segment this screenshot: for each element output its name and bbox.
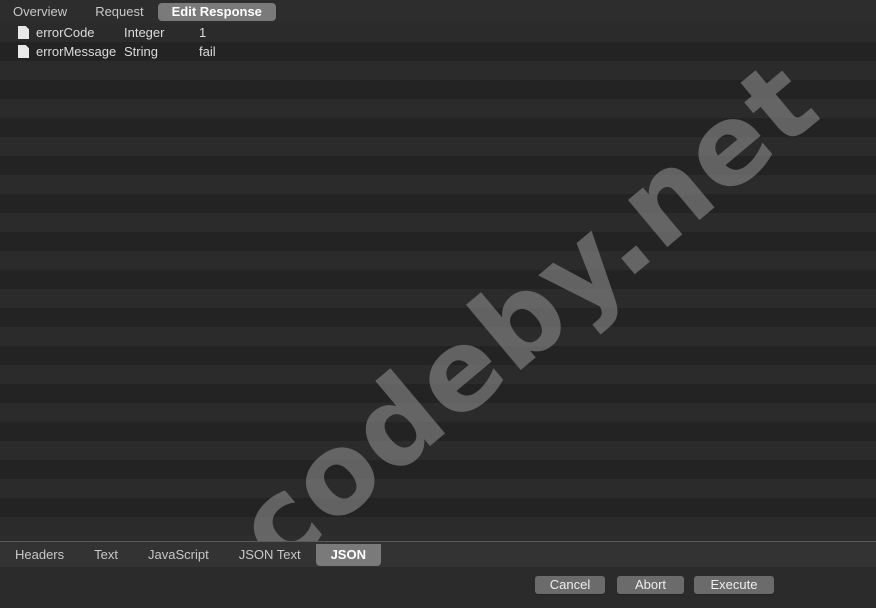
cancel-button[interactable]: Cancel	[535, 576, 605, 594]
empty-row	[0, 137, 876, 156]
field-value[interactable]: fail	[199, 44, 876, 59]
empty-row	[0, 270, 876, 289]
empty-row	[0, 194, 876, 213]
empty-row	[0, 289, 876, 308]
tab-overview[interactable]: Overview	[0, 3, 81, 21]
empty-row	[0, 232, 876, 251]
empty-row	[0, 61, 876, 80]
tab-text[interactable]: Text	[79, 544, 133, 566]
document-icon	[18, 26, 29, 39]
document-icon	[18, 45, 29, 58]
empty-row	[0, 517, 876, 536]
tab-json[interactable]: JSON	[315, 543, 381, 566]
tab-json-text[interactable]: JSON Text	[224, 544, 316, 566]
field-type: Integer	[124, 25, 165, 40]
empty-row	[0, 403, 876, 422]
empty-row	[0, 156, 876, 175]
field-type: String	[124, 44, 158, 59]
footer: Cancel Abort Execute	[0, 567, 876, 608]
field-value[interactable]: 1	[199, 25, 876, 40]
empty-row	[0, 308, 876, 327]
abort-button[interactable]: Abort	[617, 576, 684, 594]
tab-request[interactable]: Request	[81, 3, 157, 21]
tab-headers[interactable]: Headers	[0, 544, 79, 566]
field-name: errorMessage	[36, 44, 117, 59]
empty-row	[0, 460, 876, 479]
empty-row	[0, 365, 876, 384]
empty-row	[0, 441, 876, 460]
empty-row	[0, 175, 876, 194]
field-name: errorCode	[36, 25, 95, 40]
empty-row	[0, 213, 876, 232]
table-row[interactable]: errorMessage String fail	[0, 42, 876, 61]
empty-row	[0, 327, 876, 346]
tab-edit-response[interactable]: Edit Response	[157, 2, 276, 21]
empty-row	[0, 479, 876, 498]
top-tab-bar: Overview Request Edit Response	[0, 0, 876, 23]
empty-row	[0, 251, 876, 270]
empty-row	[0, 99, 876, 118]
empty-row	[0, 422, 876, 441]
response-fields-table: errorCode Integer 1 errorMessage String …	[0, 23, 876, 536]
empty-row	[0, 118, 876, 137]
empty-row	[0, 498, 876, 517]
empty-row	[0, 80, 876, 99]
execute-button[interactable]: Execute	[694, 576, 774, 594]
tab-javascript[interactable]: JavaScript	[133, 544, 224, 566]
bottom-tab-bar: Headers Text JavaScript JSON Text JSON	[0, 542, 876, 567]
empty-row	[0, 384, 876, 403]
table-row[interactable]: errorCode Integer 1	[0, 23, 876, 42]
empty-row	[0, 346, 876, 365]
